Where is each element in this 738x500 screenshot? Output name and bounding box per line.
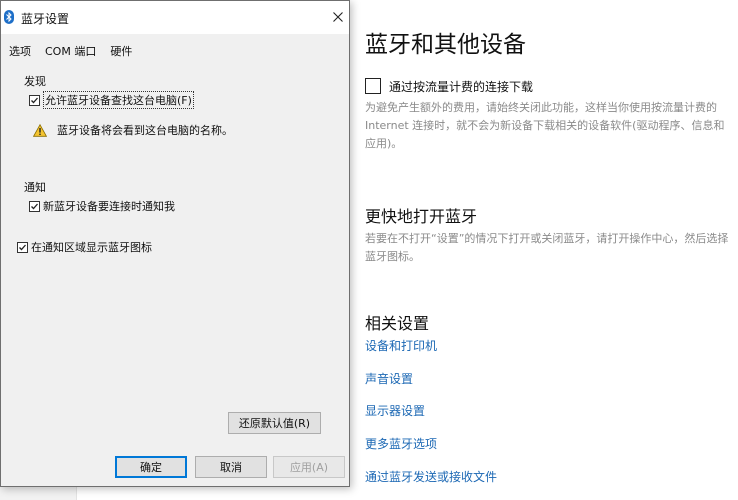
link-sound-settings[interactable]: 声音设置 <box>365 370 413 387</box>
warning-text: 蓝牙设备将会看到这台电脑的名称。 <box>57 124 233 137</box>
discovery-warning: 蓝牙设备将会看到这台电脑的名称。 <box>33 122 233 138</box>
warning-icon <box>33 123 47 137</box>
bluetooth-settings-dialog: 蓝牙设置 选项 COM 端口 硬件 发现 允许蓝牙设备查找这台电脑(F) 蓝牙设… <box>0 0 350 487</box>
dialog-title: 蓝牙设置 <box>21 12 70 26</box>
allow-discovery-checkbox[interactable] <box>29 94 40 106</box>
tab-strip: 选项 COM 端口 硬件 <box>9 43 146 59</box>
bluetooth-icon <box>4 10 14 24</box>
metered-description: 为避免产生额外的费用，请始终关闭此功能，这样当你使用按流量计费的 Interne… <box>365 101 725 150</box>
metered-checkbox[interactable] <box>365 78 381 94</box>
notify-option[interactable]: 新蓝牙设备要连接时通知我 <box>29 199 175 213</box>
metered-download-toggle[interactable]: 通过按流量计费的连接下载 <box>365 77 533 95</box>
checkmark-icon <box>31 97 38 103</box>
tab-options[interactable]: 选项 <box>9 43 31 59</box>
dialog-titlebar[interactable]: 蓝牙设置 <box>1 1 349 34</box>
notifications-group-label: 通知 <box>24 181 46 194</box>
metered-label: 通过按流量计费的连接下载 <box>389 79 534 94</box>
tray-icon-checkbox[interactable] <box>17 241 28 253</box>
cancel-button[interactable]: 取消 <box>195 456 267 478</box>
notify-checkbox[interactable] <box>29 200 40 212</box>
apply-button[interactable]: 应用(A) <box>273 456 345 478</box>
ok-button[interactable]: 确定 <box>115 456 187 478</box>
tab-com-ports[interactable]: COM 端口 <box>45 43 96 59</box>
link-more-bluetooth-options[interactable]: 更多蓝牙选项 <box>365 435 437 452</box>
tab-hardware[interactable]: 硬件 <box>110 43 132 59</box>
notify-label: 新蓝牙设备要连接时通知我 <box>43 200 175 213</box>
tray-icon-label: 在通知区域显示蓝牙图标 <box>31 241 152 254</box>
restore-defaults-button[interactable]: 还原默认值(R) <box>228 412 321 434</box>
link-send-receive-files[interactable]: 通过蓝牙发送或接收文件 <box>365 468 497 485</box>
options-panel: 发现 允许蓝牙设备查找这台电脑(F) 蓝牙设备将会看到这台电脑的名称。 通知 新… <box>2 61 348 446</box>
page-title: 蓝牙和其他设备 <box>365 32 526 58</box>
allow-discovery-label: 允许蓝牙设备查找这台电脑(F) <box>43 91 194 109</box>
allow-discovery-option[interactable]: 允许蓝牙设备查找这台电脑(F) <box>29 91 194 109</box>
quick-open-heading: 更快地打开蓝牙 <box>365 207 478 226</box>
checkmark-icon <box>19 244 26 250</box>
quick-open-description: 若要在不打开“设置”的情况下打开或关闭蓝牙，请打开操作中心，然后选择蓝牙图标。 <box>365 232 729 263</box>
close-button[interactable] <box>327 6 349 28</box>
checkmark-icon <box>31 203 38 209</box>
link-display-settings[interactable]: 显示器设置 <box>365 402 425 419</box>
discovery-group-label: 发现 <box>24 75 46 88</box>
tray-icon-option[interactable]: 在通知区域显示蓝牙图标 <box>17 240 152 254</box>
link-devices-printers[interactable]: 设备和打印机 <box>365 337 437 354</box>
close-icon <box>333 12 343 22</box>
related-settings-heading: 相关设置 <box>365 314 430 333</box>
